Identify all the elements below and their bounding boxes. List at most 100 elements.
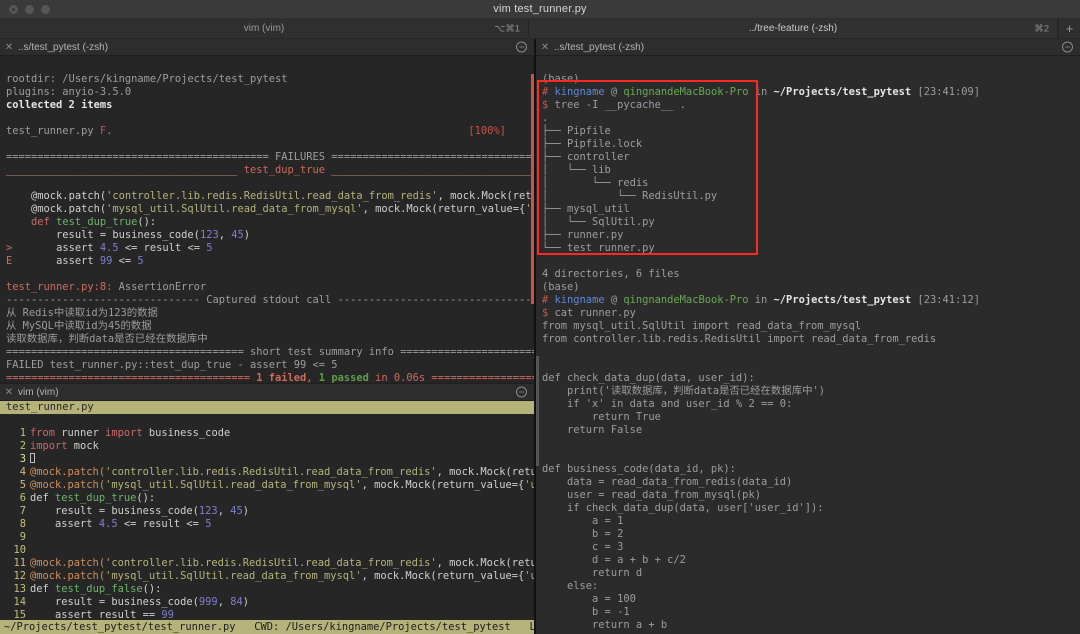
right-prompt1-at: @ (610, 86, 618, 98)
assertion-error-line: test_runner.py:8: AssertionError (6, 281, 207, 293)
stdout-rule-right: -------------------------------- (331, 294, 534, 306)
file-line-1: from controller.lib.redis.RedisUtil impo… (542, 333, 937, 345)
vim-line-7: 7 result = business_code(123, 45) (19, 505, 249, 517)
vim-line-5: 5 @mock.patch('mysql_util.SqlUtil.read_da… (19, 479, 534, 491)
file-line-20: else: (542, 580, 599, 592)
vim-line-3: 3 (0, 453, 35, 465)
result-failed: 1 failed (256, 372, 307, 383)
close-icon[interactable]: ✕ (536, 42, 554, 53)
pytest-output-terminal[interactable]: rootdir: /Users/kingname/Projects/test_p… (0, 56, 534, 383)
vim-session-header: ✕ vim (vim) ⋯ (0, 384, 534, 401)
vim-status-cwd-label: CWD: (254, 621, 280, 633)
collected-line: collected 2 items (6, 99, 113, 111)
file-line-16: b = 2 (542, 528, 624, 540)
session-menu-icon[interactable]: ⋯ (1062, 41, 1073, 53)
right-scroll-indicator[interactable] (536, 356, 539, 466)
right-prompt2-time: [23:41:12] (917, 294, 981, 306)
file-line-21: a = 100 (542, 593, 636, 605)
vim-line-15: 15 assert result == 99 (13, 609, 174, 620)
code-def-line: def test_dup_true(): (31, 216, 157, 228)
tab-vim-shortcut: ⌥⌘1 (494, 23, 520, 34)
vim-session-title: vim (vim) (18, 386, 59, 398)
file-line-4: def check_data_dup(data, user_id): (542, 372, 755, 384)
new-tab-button[interactable]: + (1058, 19, 1080, 38)
tree-line-0: . (542, 112, 549, 124)
tab-vim[interactable]: vim (vim) ⌥⌘1 (0, 19, 529, 38)
file-line-5: print('读取数据库，判断data是否已经在数据库中') (542, 385, 825, 397)
tree-line-12: 4 directories, 6 files (542, 268, 680, 280)
close-icon[interactable]: ✕ (0, 42, 18, 53)
failure-name: test_dup_true (243, 164, 326, 176)
vim-editor[interactable]: 1 from runner import business_code 2 impor… (0, 414, 534, 620)
right-command1-line: $ tree -I __pycache__ . (542, 99, 686, 111)
vim-line-14: 14 result = business_code(999, 84) (13, 596, 249, 608)
vim-line-11: 11 @mock.patch('controller.lib.redis.Redi… (13, 557, 534, 569)
stdout-line-2: 从 MySQL中读取id为45的数据 (6, 320, 152, 332)
tree-line-7: ├── mysql_util (542, 203, 630, 215)
code-assert-error-line: E assert 99 <= 5 (6, 255, 144, 267)
test-file-label: test_runner.py (6, 125, 100, 137)
left-pane: ✕ ..s/test_pytest (-zsh) ⋯ rootdir: /Use… (0, 39, 642, 634)
right-prompt2-path: ~/Projects/test_pytest (773, 294, 912, 306)
tree-line-9: ├── runner.py (542, 229, 624, 241)
vim-cursor (30, 453, 35, 463)
right-prompt2-host: qingnandeMacBook-Pro (623, 294, 749, 306)
right-terminal[interactable]: (base) # kingname @ qingnandeMacBook-Pro… (536, 56, 1080, 634)
rootdir-line: rootdir: /Users/kingname/Projects/test_p… (6, 73, 288, 85)
right-session-title: ..s/test_pytest (-zsh) (554, 41, 645, 53)
failure-rule-left: _____________________________________ (6, 164, 244, 176)
file-line-11: def business_code(data_id, pk): (542, 463, 736, 475)
close-icon[interactable]: ✕ (0, 387, 18, 398)
vim-status-line: ~/Projects/test_pytest/test_runner.py CW… (0, 620, 642, 634)
tree-line-2: ├── Pipfile.lock (542, 138, 643, 150)
right-prompt1-line: # kingname @ qingnandeMacBook-Pro in ~/P… (542, 86, 980, 98)
right-prompt1-path: ~/Projects/test_pytest (773, 86, 912, 98)
session-menu-icon[interactable]: ⋯ (516, 41, 527, 53)
right-prompt1-host: qingnandeMacBook-Pro (623, 86, 749, 98)
summary-rule-left: ====================================== (6, 346, 250, 358)
right-prompt2-user: kingname (554, 294, 605, 306)
tab-tree-feature-shortcut: ⌘2 (1034, 23, 1049, 34)
vim-status-cwd: /Users/kingname/Projects/test_pytest (285, 621, 511, 633)
summary-title: short test summary info (249, 346, 394, 358)
file-line-15: a = 1 (542, 515, 624, 527)
file-line-23: return a + b (542, 619, 668, 631)
session-menu-icon[interactable]: ⋯ (516, 386, 527, 398)
vim-line-2: 2 import mock (19, 440, 99, 452)
vim-line-4: 4 @mock.patch('controller.lib.redis.Redis… (19, 466, 534, 478)
right-command2: cat runner.py (554, 307, 636, 319)
right-command2-line: $ cat runner.py (542, 307, 636, 319)
result-rule-left: ======================================= (6, 372, 257, 383)
tab-vim-label: vim (vim) (243, 23, 285, 34)
right-prompt1-user: kingname (554, 86, 605, 98)
stdout-line-3: 读取数据库，判断data是否已经在数据库中 (6, 333, 208, 345)
window-title: vim test_runner.py (493, 3, 587, 15)
scroll-indicator[interactable] (531, 74, 534, 304)
vim-line-9: 9 (19, 531, 26, 543)
plugins-line: plugins: anyio-3.5.0 (6, 86, 132, 98)
captured-stdout-title: Captured stdout call (206, 294, 332, 306)
result-rule-right: ======================================= (431, 372, 534, 383)
failures-rule-left: ========================================… (6, 151, 275, 163)
window-titlebar: vim test_runner.py (0, 0, 1080, 19)
right-prompt2-hash: # (542, 294, 549, 306)
left-session-header: ✕ ..s/test_pytest (-zsh) ⋯ (0, 39, 534, 56)
right-prompt1-env: (base) (542, 73, 580, 85)
right-session-header: ✕ ..s/test_pytest (-zsh) ⋯ (536, 39, 1080, 56)
vim-line-6: 6 def test_dup_true(): (19, 492, 156, 504)
failures-rule-right: ========================================… (331, 151, 534, 163)
right-pane: ✕ ..s/test_pytest (-zsh) ⋯ (base) # king… (535, 39, 1080, 634)
file-line-6: if 'x' in data and user_id % 2 == 0: (542, 398, 793, 410)
left-session-title: ..s/test_pytest (-zsh) (18, 41, 109, 53)
summary-rule-right: ======================================= (400, 346, 534, 358)
tab-tree-feature[interactable]: ../tree-feature (-zsh) ⌘2 (529, 19, 1058, 38)
vim-line-8: 8 assert 4.5 <= result <= 5 (19, 518, 212, 530)
file-line-13: user = read_data_from_mysql(pk) (542, 489, 761, 501)
tab-tree-feature-label: ../tree-feature (-zsh) (748, 23, 838, 34)
right-command1: tree -I __pycache__ . (554, 99, 686, 111)
tree-line-1: ├── Pipfile (542, 125, 611, 137)
vim-tabline[interactable]: test_runner.py (0, 401, 534, 414)
tree-line-4: │ └── lib (542, 164, 611, 176)
file-line-22: b = -1 (542, 606, 630, 618)
file-line-7: return True (542, 411, 661, 423)
